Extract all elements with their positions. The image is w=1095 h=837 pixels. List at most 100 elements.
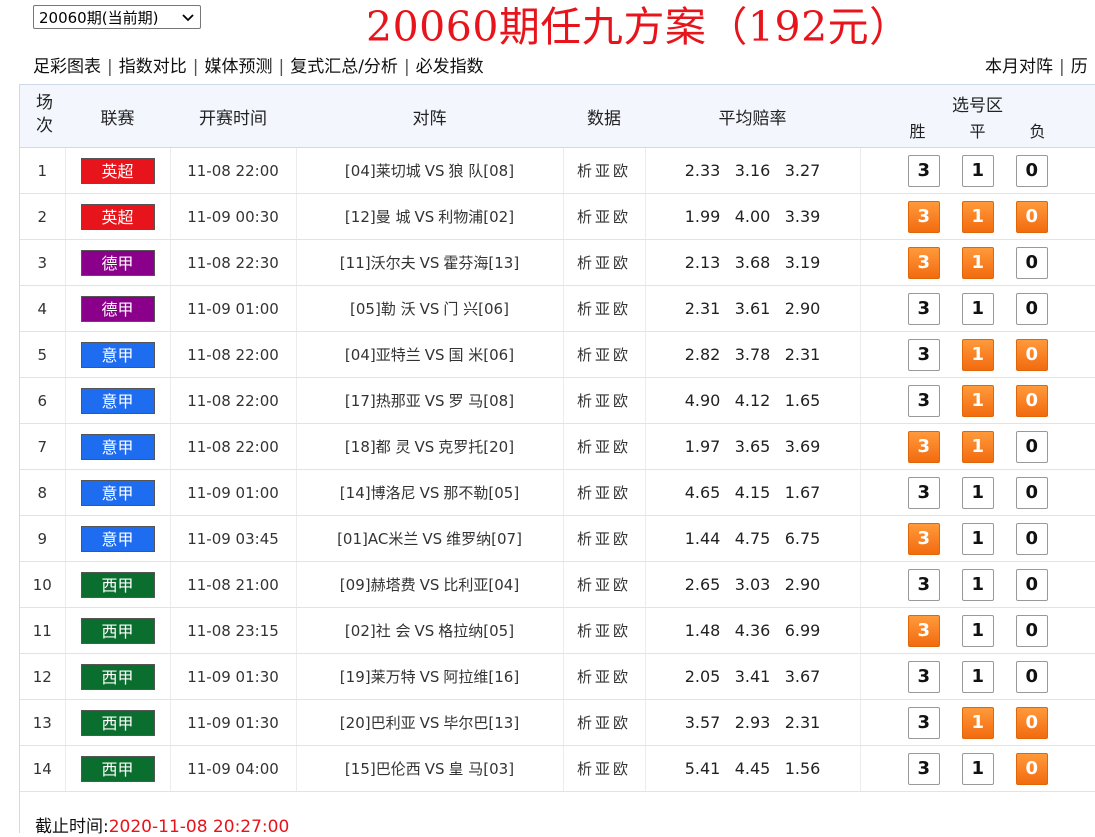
league-badge[interactable]: 西甲 — [80, 663, 155, 690]
away-team[interactable]: 皇 马[03] — [449, 760, 515, 778]
league-badge[interactable]: 意甲 — [80, 525, 155, 552]
data-links[interactable]: 析亚欧 — [563, 331, 646, 378]
nav-link-summary-analysis[interactable]: 复式汇总/分析 — [290, 57, 398, 77]
pick-win-button[interactable]: 3 — [907, 200, 940, 233]
data-links[interactable]: 析亚欧 — [563, 653, 646, 700]
home-team[interactable]: [01]AC米兰 — [337, 530, 418, 548]
away-team[interactable]: 利物浦[02] — [438, 208, 514, 226]
pick-draw-button[interactable]: 1 — [961, 384, 994, 417]
nav-link-index-compare[interactable]: 指数对比 — [119, 57, 187, 77]
nav-link-betfair-index[interactable]: 必发指数 — [416, 57, 484, 77]
data-links[interactable]: 析亚欧 — [563, 745, 646, 792]
nav-link-chart[interactable]: 足彩图表 — [33, 57, 101, 77]
away-team[interactable]: 克罗托[20] — [438, 438, 514, 456]
pick-draw-button[interactable]: 1 — [961, 660, 994, 693]
home-team[interactable]: [02]社 会 — [345, 622, 411, 640]
away-team[interactable]: 那不勒[05] — [443, 484, 519, 502]
pick-loss-button[interactable]: 0 — [1015, 522, 1048, 555]
data-links[interactable]: 析亚欧 — [563, 423, 646, 470]
league-badge[interactable]: 英超 — [80, 157, 155, 184]
nav-link-media-forecast[interactable]: 媒体预测 — [204, 57, 272, 77]
home-team[interactable]: [18]都 灵 — [345, 438, 411, 456]
pick-draw-button[interactable]: 1 — [961, 706, 994, 739]
home-team[interactable]: [12]曼 城 — [345, 208, 411, 226]
away-team[interactable]: 门 兴[06] — [443, 300, 509, 318]
home-team[interactable]: [04]莱切城 — [345, 162, 421, 180]
league-badge[interactable]: 西甲 — [80, 755, 155, 782]
pick-draw-button[interactable]: 1 — [961, 292, 994, 325]
pick-draw-button[interactable]: 1 — [961, 430, 994, 463]
pick-loss-button[interactable]: 0 — [1015, 246, 1048, 279]
league-badge[interactable]: 德甲 — [80, 295, 155, 322]
data-links[interactable]: 析亚欧 — [563, 699, 646, 746]
pick-loss-button[interactable]: 0 — [1015, 568, 1048, 601]
pick-win-button[interactable]: 3 — [907, 614, 940, 647]
league-badge[interactable]: 意甲 — [80, 479, 155, 506]
period-select[interactable]: 20060期(当前期) — [33, 5, 201, 29]
league-badge[interactable]: 西甲 — [80, 709, 155, 736]
league-badge[interactable]: 西甲 — [80, 617, 155, 644]
away-team[interactable]: 国 米[06] — [449, 346, 515, 364]
data-links[interactable]: 析亚欧 — [563, 607, 646, 654]
league-badge[interactable]: 意甲 — [80, 341, 155, 368]
data-links[interactable]: 析亚欧 — [563, 561, 646, 608]
pick-loss-button[interactable]: 0 — [1015, 430, 1048, 463]
pick-draw-button[interactable]: 1 — [961, 154, 994, 187]
pick-win-button[interactable]: 3 — [907, 660, 940, 693]
away-team[interactable]: 比利亚[04] — [443, 576, 519, 594]
pick-win-button[interactable]: 3 — [907, 154, 940, 187]
away-team[interactable]: 狼 队[08] — [449, 162, 515, 180]
pick-loss-button[interactable]: 0 — [1015, 384, 1048, 417]
league-badge[interactable]: 意甲 — [80, 387, 155, 414]
league-badge[interactable]: 意甲 — [80, 433, 155, 460]
pick-loss-button[interactable]: 0 — [1015, 200, 1048, 233]
pick-loss-button[interactable]: 0 — [1015, 752, 1048, 785]
pick-loss-button[interactable]: 0 — [1015, 660, 1048, 693]
pick-loss-button[interactable]: 0 — [1015, 614, 1048, 647]
pick-draw-button[interactable]: 1 — [961, 568, 994, 601]
pick-draw-button[interactable]: 1 — [961, 246, 994, 279]
league-badge[interactable]: 德甲 — [80, 249, 155, 276]
away-team[interactable]: 罗 马[08] — [449, 392, 515, 410]
league-badge[interactable]: 西甲 — [80, 571, 155, 598]
pick-loss-button[interactable]: 0 — [1015, 292, 1048, 325]
data-links[interactable]: 析亚欧 — [563, 377, 646, 424]
data-links[interactable]: 析亚欧 — [563, 469, 646, 516]
nav-link-history[interactable]: 历 — [1071, 57, 1088, 77]
home-team[interactable]: [20]巴利亚 — [340, 714, 416, 732]
pick-draw-button[interactable]: 1 — [961, 752, 994, 785]
pick-loss-button[interactable]: 0 — [1015, 476, 1048, 509]
pick-win-button[interactable]: 3 — [907, 706, 940, 739]
pick-win-button[interactable]: 3 — [907, 752, 940, 785]
data-links[interactable]: 析亚欧 — [563, 193, 646, 240]
pick-draw-button[interactable]: 1 — [961, 614, 994, 647]
pick-loss-button[interactable]: 0 — [1015, 154, 1048, 187]
pick-win-button[interactable]: 3 — [907, 292, 940, 325]
data-links[interactable]: 析亚欧 — [563, 515, 646, 562]
pick-win-button[interactable]: 3 — [907, 476, 940, 509]
home-team[interactable]: [04]亚特兰 — [345, 346, 421, 364]
pick-loss-button[interactable]: 0 — [1015, 338, 1048, 371]
home-team[interactable]: [09]赫塔费 — [340, 576, 416, 594]
home-team[interactable]: [14]博洛尼 — [340, 484, 416, 502]
data-links[interactable]: 析亚欧 — [563, 285, 646, 332]
data-links[interactable]: 析亚欧 — [563, 147, 646, 194]
league-badge[interactable]: 英超 — [80, 203, 155, 230]
pick-win-button[interactable]: 3 — [907, 246, 940, 279]
away-team[interactable]: 毕尔巴[13] — [443, 714, 519, 732]
pick-loss-button[interactable]: 0 — [1015, 706, 1048, 739]
pick-draw-button[interactable]: 1 — [961, 200, 994, 233]
away-team[interactable]: 阿拉维[16] — [443, 668, 519, 686]
pick-win-button[interactable]: 3 — [907, 338, 940, 371]
pick-draw-button[interactable]: 1 — [961, 338, 994, 371]
home-team[interactable]: [11]沃尔夫 — [340, 254, 416, 272]
home-team[interactable]: [05]勒 沃 — [350, 300, 416, 318]
pick-win-button[interactable]: 3 — [907, 568, 940, 601]
away-team[interactable]: 霍芬海[13] — [443, 254, 519, 272]
home-team[interactable]: [19]莱万特 — [340, 668, 416, 686]
nav-link-month-fixtures[interactable]: 本月对阵 — [985, 57, 1053, 77]
pick-win-button[interactable]: 3 — [907, 384, 940, 417]
away-team[interactable]: 格拉纳[05] — [438, 622, 514, 640]
data-links[interactable]: 析亚欧 — [563, 239, 646, 286]
home-team[interactable]: [17]热那亚 — [345, 392, 421, 410]
